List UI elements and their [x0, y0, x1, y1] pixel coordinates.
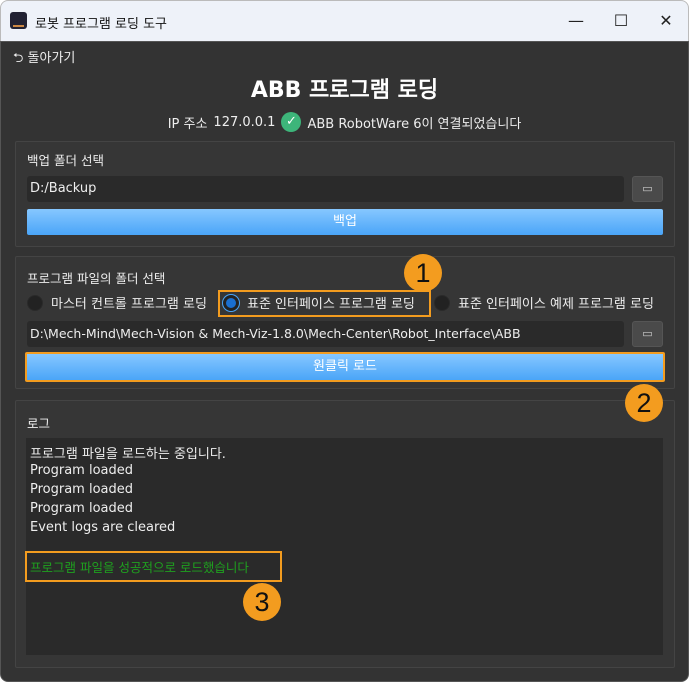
backup-button[interactable]: 백업 [27, 209, 663, 235]
folder-icon[interactable]: ▭ [632, 176, 663, 202]
radio-label: 표준 인터페이스 프로그램 로딩 [247, 297, 415, 312]
minimize-button[interactable]: — [556, 7, 596, 35]
radio-standard-example[interactable]: 표준 인터페이스 예제 프로그램 로딩 [434, 293, 654, 312]
maximize-button[interactable]: ☐ [601, 7, 641, 35]
check-icon: ✓ [281, 112, 302, 132]
radio-label: 표준 인터페이스 예제 프로그램 로딩 [458, 297, 654, 312]
folder-icon[interactable]: ▭ [632, 321, 663, 347]
log-output[interactable]: 프로그램 파일을 로드하는 중입니다. Program loaded Progr… [26, 438, 663, 655]
log-label: 로그 [27, 416, 51, 431]
title-bar: 로봇 프로그램 로딩 도구 — ☐ ✕ [0, 0, 689, 41]
ip-value: 127.0.0.1 [213, 114, 276, 130]
callout-badge-3: 3 [243, 583, 281, 621]
log-line: Program loaded [30, 482, 134, 497]
log-line: Event logs are cleared [30, 520, 176, 535]
window-title: 로봇 프로그램 로딩 도구 [35, 17, 167, 32]
radio-label: 마스터 컨트롤 프로그램 로딩 [51, 297, 207, 312]
back-link[interactable]: ⮌ 돌아가기 [13, 47, 75, 71]
page-title: ABB 프로그램 로딩 [250, 78, 439, 103]
backup-path-input[interactable]: D:/Backup [27, 176, 624, 202]
program-label: 프로그램 파일의 폴더 선택 [27, 271, 166, 286]
radio-standard-interface[interactable]: 표준 인터페이스 프로그램 로딩 [223, 293, 415, 312]
app-icon [10, 12, 27, 29]
close-button[interactable]: ✕ [646, 7, 686, 35]
highlight-3 [25, 551, 282, 582]
log-line: Program loaded [30, 501, 134, 516]
callout-badge-1: 1 [404, 254, 442, 292]
log-line: Program loaded [30, 463, 134, 478]
callout-badge-2: 2 [625, 384, 663, 422]
one-click-load-button[interactable]: 원클릭 로드 [25, 352, 665, 382]
log-line: 프로그램 파일을 로드하는 중입니다. [30, 447, 226, 462]
ip-label: IP 주소 [167, 116, 208, 132]
status-text: ABB RobotWare 6이 연결되었습니다 [307, 116, 522, 132]
program-path-input[interactable]: D:\Mech-Mind\Mech-Vision & Mech-Viz-1.8.… [27, 321, 624, 347]
connection-status: IP 주소 127.0.0.1 ✓ ABB RobotWare 6이 연결되었습… [0, 112, 689, 132]
backup-label: 백업 폴더 선택 [27, 153, 104, 168]
radio-master-control[interactable]: 마스터 컨트롤 프로그램 로딩 [27, 293, 207, 312]
